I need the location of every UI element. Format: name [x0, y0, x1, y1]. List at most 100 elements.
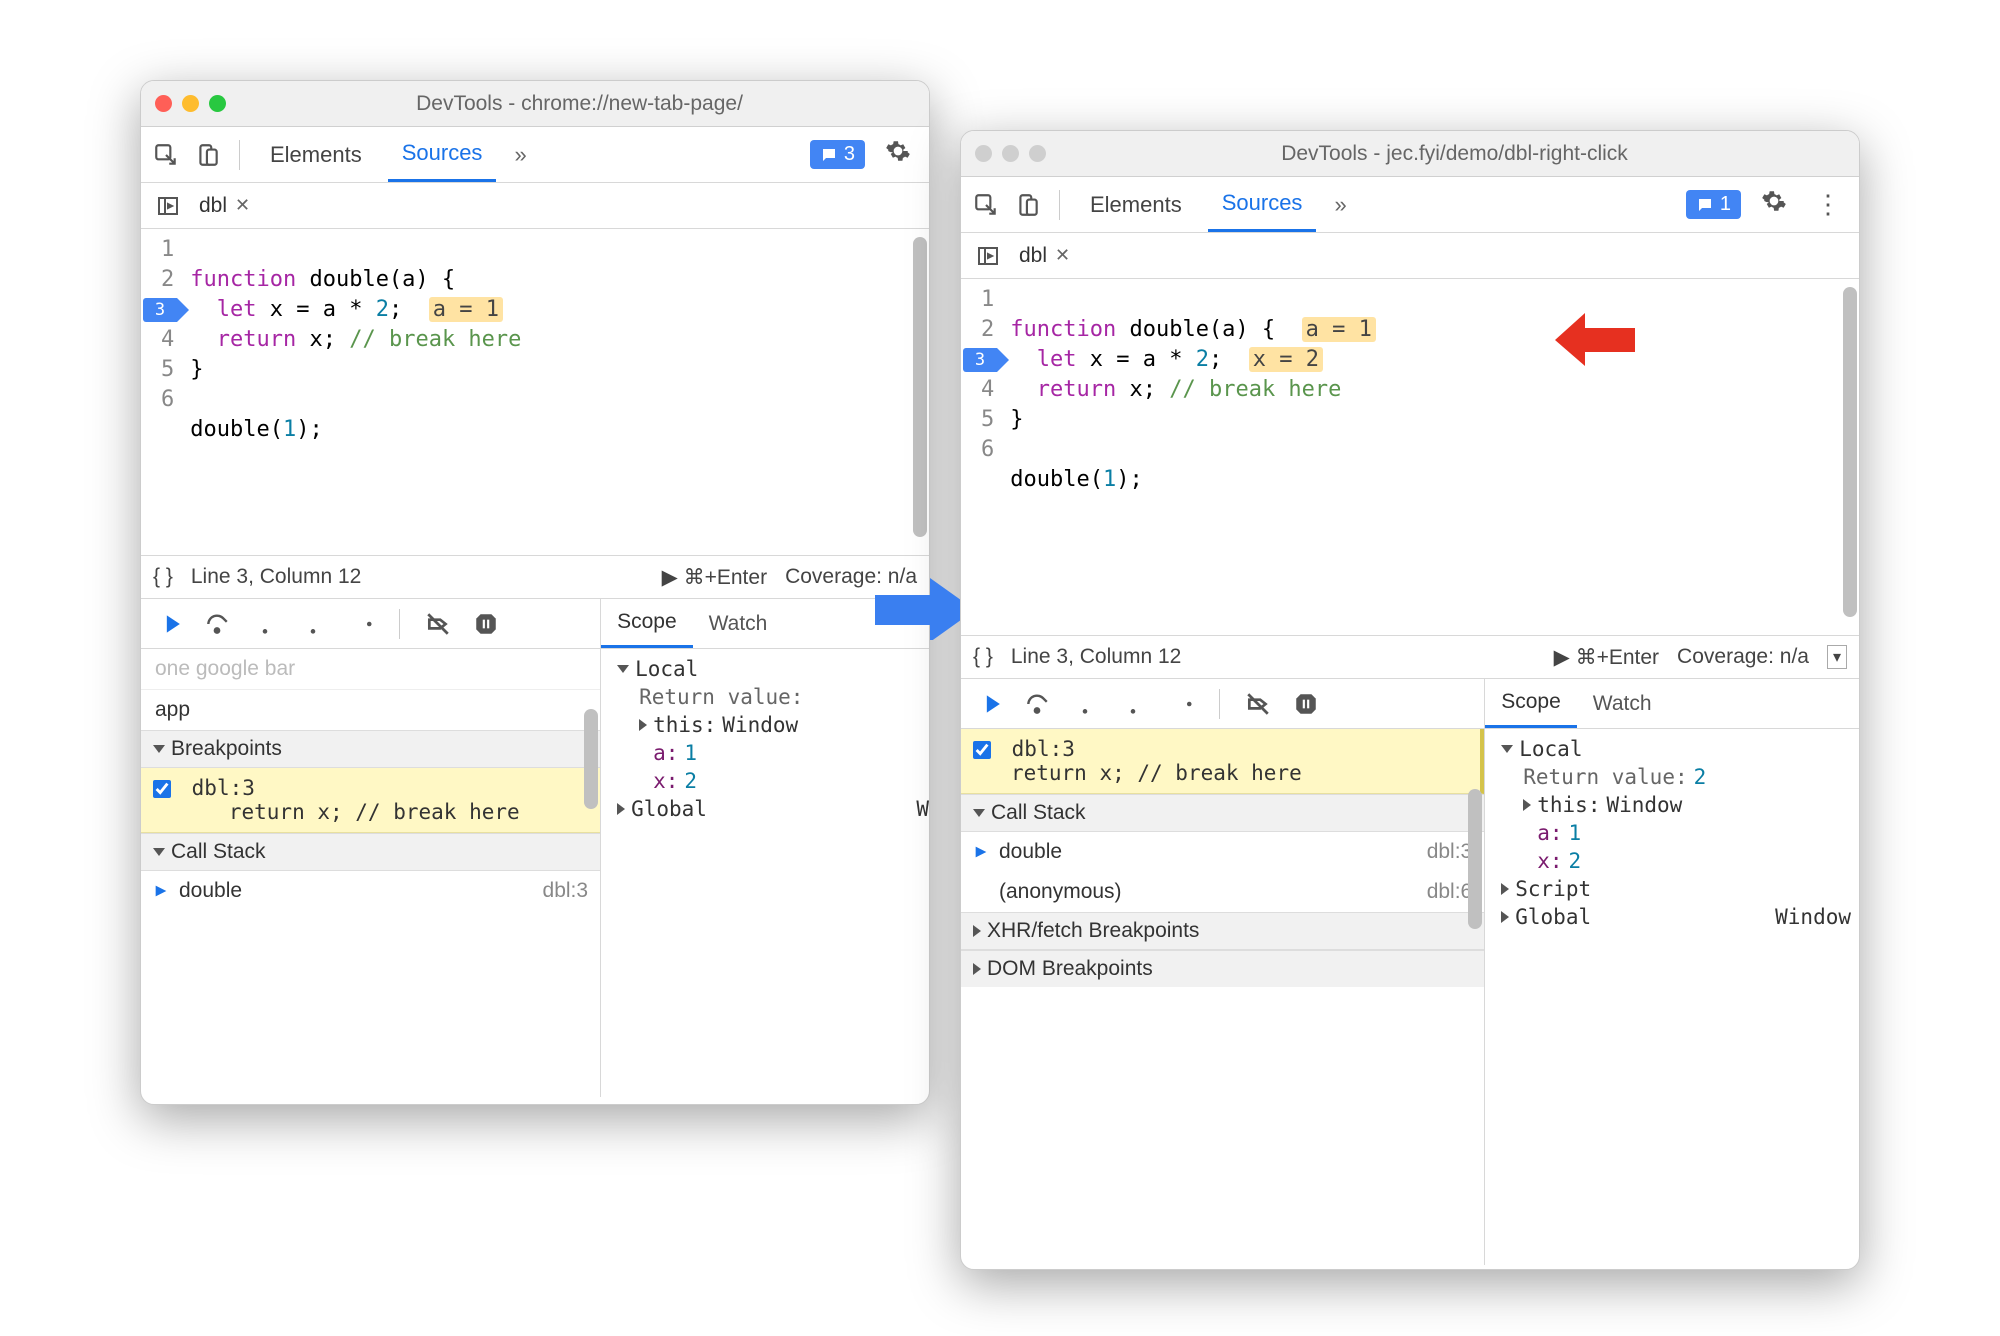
debugger-right-pane: Scope Watch Local Return value: 2 this: … [1485, 679, 1859, 1265]
window-title: DevTools - jec.fyi/demo/dbl-right-click [1064, 142, 1845, 166]
pause-exceptions-icon[interactable] [472, 610, 500, 638]
navigator-icon[interactable] [153, 191, 183, 221]
debugger-left-pane: one google bar app Breakpoints dbl:3 ret… [141, 599, 601, 1097]
file-tab-close-icon[interactable]: ✕ [235, 195, 250, 216]
code-content: function double(a) { let x = a * 2; a = … [186, 229, 929, 555]
xhr-breakpoints-header[interactable]: XHR/fetch Breakpoints [961, 912, 1484, 950]
run-snippet[interactable]: ▶ ⌘+Enter [1554, 645, 1659, 670]
scope-tabs: Scope Watch [1485, 679, 1859, 729]
devtools-window-left: DevTools - chrome://new-tab-page/ Elemen… [140, 80, 930, 1105]
tab-elements[interactable]: Elements [1076, 177, 1196, 232]
tab-elements[interactable]: Elements [256, 127, 376, 182]
cursor-position: Line 3, Column 12 [1011, 645, 1181, 669]
braces-icon[interactable]: { } [973, 645, 993, 669]
collapse-icon[interactable]: ▾ [1827, 645, 1847, 669]
blue-arrow-icon [870, 570, 960, 640]
scrollbar[interactable] [913, 233, 927, 553]
tab-watch[interactable]: Watch [1577, 679, 1668, 728]
maximize-icon[interactable] [209, 95, 226, 112]
run-snippet[interactable]: ▶ ⌘+Enter [662, 565, 767, 590]
issues-badge[interactable]: 3 [810, 140, 865, 169]
list-item[interactable]: one google bar [141, 649, 600, 690]
tab-scope[interactable]: Scope [601, 599, 693, 648]
tab-watch[interactable]: Watch [693, 599, 784, 648]
inspect-icon[interactable] [151, 140, 181, 170]
minimize-icon[interactable] [182, 95, 199, 112]
inline-value-x: x = 2 [1249, 347, 1323, 372]
execution-line-marker: 3 [143, 298, 177, 322]
step-out-icon[interactable] [1119, 690, 1147, 718]
breakpoints-header[interactable]: Breakpoints [141, 730, 600, 768]
more-menu-icon[interactable]: ⋮ [1807, 189, 1849, 220]
callstack-row[interactable]: double dbl:3 [961, 832, 1484, 872]
deactivate-breakpoints-icon[interactable] [1244, 690, 1272, 718]
line-gutter: 123456 [141, 229, 186, 555]
tab-sources[interactable]: Sources [388, 127, 497, 182]
breakpoint-checkbox[interactable] [153, 780, 171, 798]
braces-icon[interactable]: { } [153, 565, 173, 589]
debugger-left-pane: dbl:3 return x; // break here Call Stack… [961, 679, 1485, 1265]
code-editor[interactable]: 3 123456 function double(a) { let x = a … [141, 229, 929, 555]
settings-icon[interactable] [1753, 188, 1795, 221]
list-item-app[interactable]: app [141, 690, 600, 730]
inspect-icon[interactable] [971, 190, 1001, 220]
device-icon[interactable] [193, 140, 223, 170]
code-editor[interactable]: 3 123456 function double(a) { a = 1 let … [961, 279, 1859, 635]
step-into-icon[interactable] [1071, 690, 1099, 718]
badge-count: 1 [1720, 193, 1731, 216]
file-tab[interactable]: dbl ✕ [193, 194, 256, 218]
callstack-row[interactable]: (anonymous) dbl:6 [961, 872, 1484, 912]
red-arrow-icon [1550, 308, 1640, 378]
device-icon[interactable] [1013, 190, 1043, 220]
resume-icon[interactable] [155, 610, 183, 638]
callstack-header[interactable]: Call Stack [141, 833, 600, 871]
issues-badge[interactable]: 1 [1686, 190, 1741, 219]
cursor-position: Line 3, Column 12 [191, 565, 361, 589]
tab-scope[interactable]: Scope [1485, 679, 1577, 728]
step-into-icon[interactable] [251, 610, 279, 638]
minimize-icon[interactable] [1002, 145, 1019, 162]
step-icon[interactable] [347, 610, 375, 638]
file-tab-label: dbl [1019, 244, 1047, 268]
debug-toolbar [961, 679, 1484, 729]
scrollbar[interactable] [1468, 729, 1482, 1009]
dom-breakpoints-header[interactable]: DOM Breakpoints [961, 950, 1484, 987]
file-tab-bar: dbl ✕ [141, 183, 929, 229]
close-icon[interactable] [155, 95, 172, 112]
callstack-row[interactable]: double dbl:3 [141, 871, 600, 911]
traffic-lights[interactable] [975, 145, 1046, 162]
badge-count: 3 [844, 143, 855, 166]
coverage-status: Coverage: n/a [1677, 645, 1809, 669]
file-tab-close-icon[interactable]: ✕ [1055, 245, 1070, 266]
breakpoint-item[interactable]: dbl:3 return x; // break here [141, 768, 600, 833]
tab-sources[interactable]: Sources [1208, 177, 1317, 232]
scrollbar[interactable] [1843, 283, 1857, 631]
pause-exceptions-icon[interactable] [1292, 690, 1320, 718]
scope-body: Local Return value: this: Window a: 1 x:… [601, 649, 929, 835]
traffic-lights[interactable] [155, 95, 226, 112]
scope-body: Local Return value: 2 this: Window a: 1 … [1485, 729, 1859, 943]
maximize-icon[interactable] [1029, 145, 1046, 162]
file-tab[interactable]: dbl ✕ [1013, 244, 1076, 268]
debugger-right-pane: Scope Watch Local Return value: this: Wi… [601, 599, 929, 1097]
divider [239, 140, 240, 170]
navigator-icon[interactable] [973, 241, 1003, 271]
breakpoint-item[interactable]: dbl:3 return x; // break here [961, 729, 1484, 794]
breakpoint-checkbox[interactable] [973, 741, 991, 759]
deactivate-breakpoints-icon[interactable] [424, 610, 452, 638]
close-icon[interactable] [975, 145, 992, 162]
debug-toolbar [141, 599, 600, 649]
devtools-window-right: DevTools - jec.fyi/demo/dbl-right-click … [960, 130, 1860, 1270]
more-tabs-icon[interactable]: » [1328, 192, 1352, 218]
step-icon[interactable] [1167, 690, 1195, 718]
callstack-header[interactable]: Call Stack [961, 794, 1484, 832]
editor-statusbar: { } Line 3, Column 12 ▶ ⌘+Enter Coverage… [141, 555, 929, 599]
scrollbar[interactable] [584, 649, 598, 979]
resume-icon[interactable] [975, 690, 1003, 718]
inline-value-a: a = 1 [1302, 317, 1376, 342]
more-tabs-icon[interactable]: » [508, 142, 532, 168]
step-over-icon[interactable] [1023, 690, 1051, 718]
settings-icon[interactable] [877, 138, 919, 171]
step-out-icon[interactable] [299, 610, 327, 638]
step-over-icon[interactable] [203, 610, 231, 638]
